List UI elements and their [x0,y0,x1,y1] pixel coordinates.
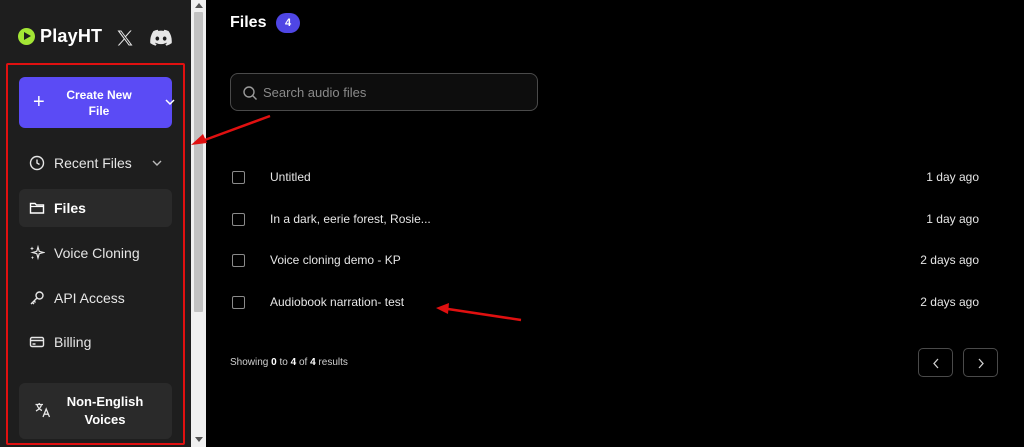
scroll-down-arrow-icon[interactable] [195,437,203,442]
file-name[interactable]: In a dark, eerie forest, Rosie... [270,212,431,226]
file-modified-time: 1 day ago [926,170,979,184]
row-checkbox[interactable] [232,213,245,226]
results-to: 4 [290,357,297,368]
file-row[interactable]: Voice cloning demo - KP 2 days ago [230,245,990,275]
results-from: 0 [271,357,277,368]
page-title: Files [230,14,267,31]
results-to-word: to [279,357,288,368]
file-name[interactable]: Voice cloning demo - KP [270,253,401,267]
file-modified-time: 2 days ago [920,253,979,267]
file-name[interactable]: Untitled [270,170,311,184]
scrollbar-thumb[interactable] [194,12,203,312]
row-checkbox[interactable] [232,296,245,309]
next-page-button[interactable] [963,348,998,377]
results-summary: Showing 0 to 4 of 4 results [230,357,348,368]
chevron-left-icon [933,358,939,369]
annotation-arrow-icon [191,114,271,145]
search-input[interactable] [263,82,523,102]
file-row[interactable]: In a dark, eerie forest, Rosie... 1 day … [230,204,990,234]
brand-logo[interactable]: PlayHT [18,26,102,47]
annotation-highlight-box [6,63,185,445]
file-row[interactable]: Audiobook narration- test 2 days ago [230,287,990,317]
results-of-word: of [298,357,308,368]
playht-logo-icon [18,28,35,45]
annotation-arrow-icon [436,303,522,322]
scroll-up-arrow-icon[interactable] [195,3,203,8]
results-total: 4 [310,357,316,368]
results-prefix: Showing [230,357,269,368]
results-suffix: results [318,357,348,368]
search-icon [243,86,257,100]
chevron-right-icon [978,358,984,369]
file-row[interactable]: Untitled 1 day ago [230,162,990,192]
file-modified-time: 2 days ago [920,295,979,309]
search-box[interactable] [230,73,538,111]
brand-name: PlayHT [40,26,103,46]
previous-page-button[interactable] [918,348,953,377]
file-name[interactable]: Audiobook narration- test [270,295,404,309]
file-count-badge: 4 [276,13,300,33]
x-twitter-icon[interactable] [115,28,135,48]
row-checkbox[interactable] [232,171,245,184]
discord-icon[interactable] [150,29,172,47]
sidebar: PlayHT + Create New File Recent Files Fi… [0,0,191,447]
sidebar-scrollbar[interactable] [191,0,206,447]
file-modified-time: 1 day ago [926,212,979,226]
row-checkbox[interactable] [232,254,245,267]
